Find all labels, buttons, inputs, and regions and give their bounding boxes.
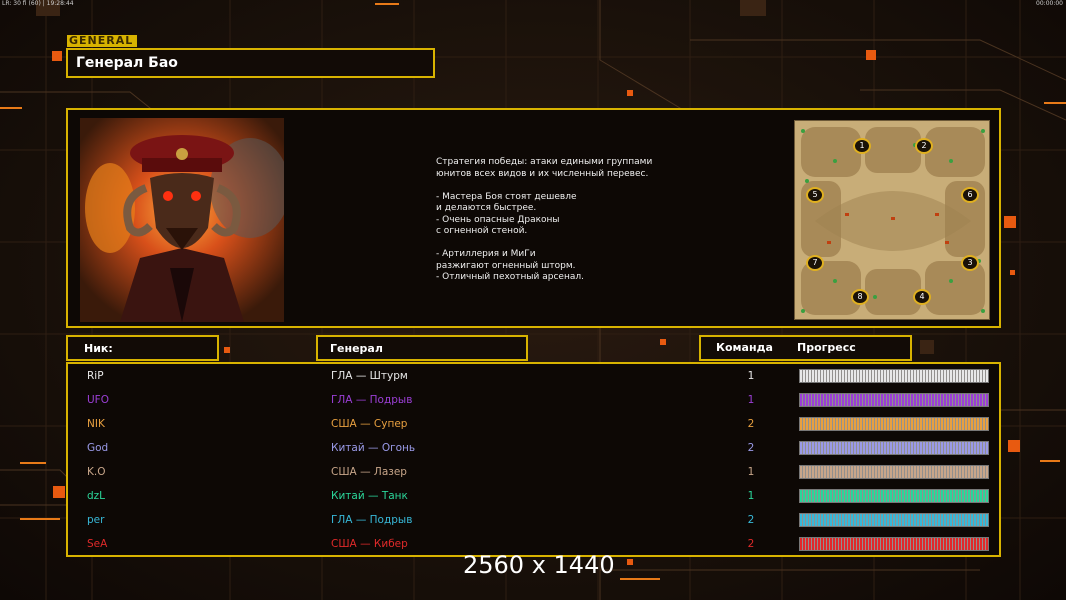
general-name-box: Генерал Бао — [66, 48, 435, 78]
map-slot-2[interactable]: 2 — [915, 138, 933, 154]
player-general: ГЛА — Подрыв — [331, 514, 413, 526]
player-general: ГЛА — Подрыв — [331, 394, 413, 406]
player-row[interactable]: dzL Китай — Танк 1 — [68, 487, 1003, 511]
header-general: Генерал — [316, 335, 528, 361]
strategy-line: - Отличный пехотный арсенал. — [436, 272, 584, 282]
strategy-line: - Мастера Боя стоят дешевле — [436, 191, 577, 202]
map-slot-3[interactable]: 3 — [961, 255, 979, 271]
header-general-label: Генерал — [330, 342, 383, 355]
player-general: Китай — Огонь — [331, 442, 416, 454]
header-team-progress: Команда Прогресс — [699, 335, 912, 361]
player-progress-bar — [799, 369, 989, 383]
player-nick: UFO — [87, 394, 109, 406]
player-nick: per — [87, 514, 105, 526]
map-slot-6[interactable]: 6 — [961, 187, 979, 203]
player-general: Китай — Танк — [331, 490, 408, 502]
strategy-line: - Очень опасные Драконы — [436, 214, 560, 225]
player-nick: K.O — [87, 466, 106, 478]
player-progress-bar — [799, 489, 989, 503]
player-row[interactable]: NIK США — Супер 2 — [68, 415, 1003, 439]
general-name: Генерал Бао — [76, 55, 178, 71]
general-tag: GENERAL — [67, 35, 137, 47]
player-general: США — Лазер — [331, 466, 407, 478]
player-team: 1 — [747, 466, 755, 478]
player-row[interactable]: UFO ГЛА — Подрыв 1 — [68, 391, 1003, 415]
player-general: США — Супер — [331, 418, 408, 430]
player-nick: NIK — [87, 418, 105, 430]
player-general: США — Кибер — [331, 538, 408, 550]
player-team: 2 — [747, 442, 755, 454]
map-slot-4[interactable]: 4 — [913, 289, 931, 305]
player-row[interactable]: God Китай — Огонь 2 — [68, 439, 1003, 463]
players-table: RiP ГЛА — Штурм 1 UFO ГЛА — Подрыв 1 NIK США — … — [66, 362, 1001, 557]
player-team: 2 — [747, 418, 755, 430]
player-team: 2 — [747, 514, 755, 526]
player-team: 1 — [747, 490, 755, 502]
player-general: ГЛА — Штурм — [331, 370, 408, 382]
player-nick: dzL — [87, 490, 106, 502]
map-slot-8[interactable]: 8 — [851, 289, 869, 305]
player-progress-bar — [799, 513, 989, 527]
player-progress-bar — [799, 417, 989, 431]
player-nick: RiP — [87, 370, 104, 382]
header-progress-label: Прогресс — [797, 341, 856, 354]
player-row[interactable]: RiP ГЛА — Штурм 1 — [68, 367, 1003, 391]
timer-readout: 00:00:00 — [1036, 0, 1063, 7]
strategy-description: Стратегия победы: атаки едиными группами… — [436, 157, 696, 284]
strategy-line: юнитов всех видов и их численный перевес… — [436, 168, 649, 179]
player-row[interactable]: per ГЛА — Подрыв 2 — [68, 511, 1003, 535]
strategy-line: с огненной стеной. — [436, 226, 528, 236]
strategy-line: Стратегия победы: атаки едиными группами — [436, 157, 653, 167]
player-team: 1 — [747, 370, 755, 382]
map-preview: 1 2 5 6 7 3 8 4 — [794, 120, 990, 320]
player-progress-bar — [799, 441, 989, 455]
header-team-label: Команда — [716, 341, 773, 354]
strategy-line: и делаются быстрее. — [436, 203, 537, 213]
header-nick: Ник: — [66, 335, 219, 361]
map-slot-1[interactable]: 1 — [853, 138, 871, 154]
player-row[interactable]: K.O США — Лазер 1 — [68, 463, 1003, 487]
strategy-line — [436, 238, 696, 250]
player-nick: SeA — [87, 538, 108, 550]
resolution-watermark: 2560 x 1440 — [463, 551, 615, 579]
status-bar: LR: 30 fi (60) | 19:28:44 00:00:00 — [0, 0, 1066, 8]
player-team: 2 — [747, 538, 755, 550]
fps-clock-readout: LR: 30 fi (60) | 19:28:44 — [2, 0, 74, 7]
general-portrait — [80, 118, 284, 322]
map-slot-7[interactable]: 7 — [806, 255, 824, 271]
strategy-line: разжигают огненный шторм. — [436, 260, 576, 271]
player-team: 1 — [747, 394, 755, 406]
player-progress-bar — [799, 465, 989, 479]
map-slot-5[interactable]: 5 — [806, 187, 824, 203]
player-nick: God — [87, 442, 109, 454]
strategy-line: - Артиллерия и МиГи — [436, 249, 536, 259]
header-nick-label: Ник: — [84, 342, 113, 355]
player-progress-bar — [799, 537, 989, 551]
player-progress-bar — [799, 393, 989, 407]
strategy-line — [436, 180, 696, 192]
